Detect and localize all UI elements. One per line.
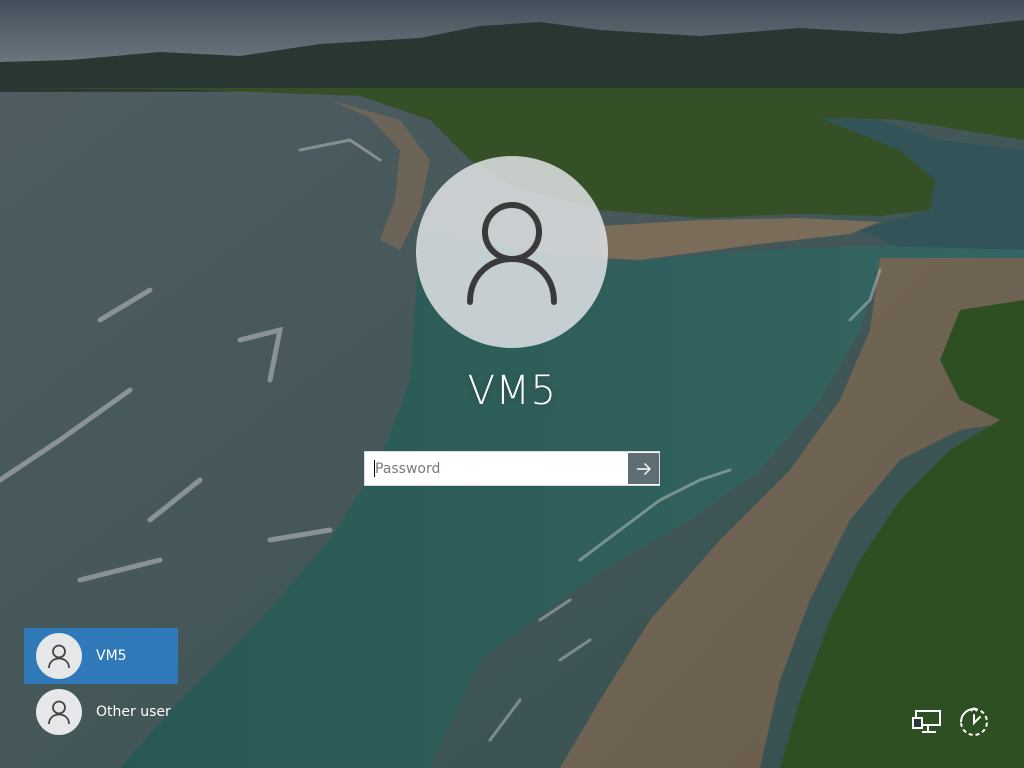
user-avatar bbox=[36, 633, 82, 679]
password-box bbox=[364, 451, 660, 486]
submit-button[interactable] bbox=[628, 453, 659, 484]
person-icon bbox=[467, 202, 557, 305]
person-icon bbox=[48, 700, 70, 725]
person-icon bbox=[48, 644, 70, 669]
user-item-vm5[interactable]: VM5 bbox=[24, 628, 178, 684]
user-avatar-large bbox=[416, 156, 608, 348]
user-item-other-user[interactable]: Other user bbox=[24, 684, 178, 740]
user-item-label: Other user bbox=[96, 704, 171, 720]
user-list: VM5 Other user bbox=[24, 628, 178, 740]
network-icon bbox=[912, 710, 941, 733]
system-tray bbox=[910, 704, 992, 740]
text-caret bbox=[374, 460, 375, 477]
arrow-right-icon bbox=[636, 462, 651, 475]
username-heading: VM5 bbox=[467, 368, 557, 414]
network-button[interactable] bbox=[910, 704, 946, 740]
ease-of-access-button[interactable] bbox=[956, 704, 992, 740]
user-item-label: VM5 bbox=[96, 648, 127, 664]
ease-of-access-icon bbox=[960, 707, 988, 736]
password-input[interactable] bbox=[365, 452, 627, 485]
user-avatar bbox=[36, 689, 82, 735]
